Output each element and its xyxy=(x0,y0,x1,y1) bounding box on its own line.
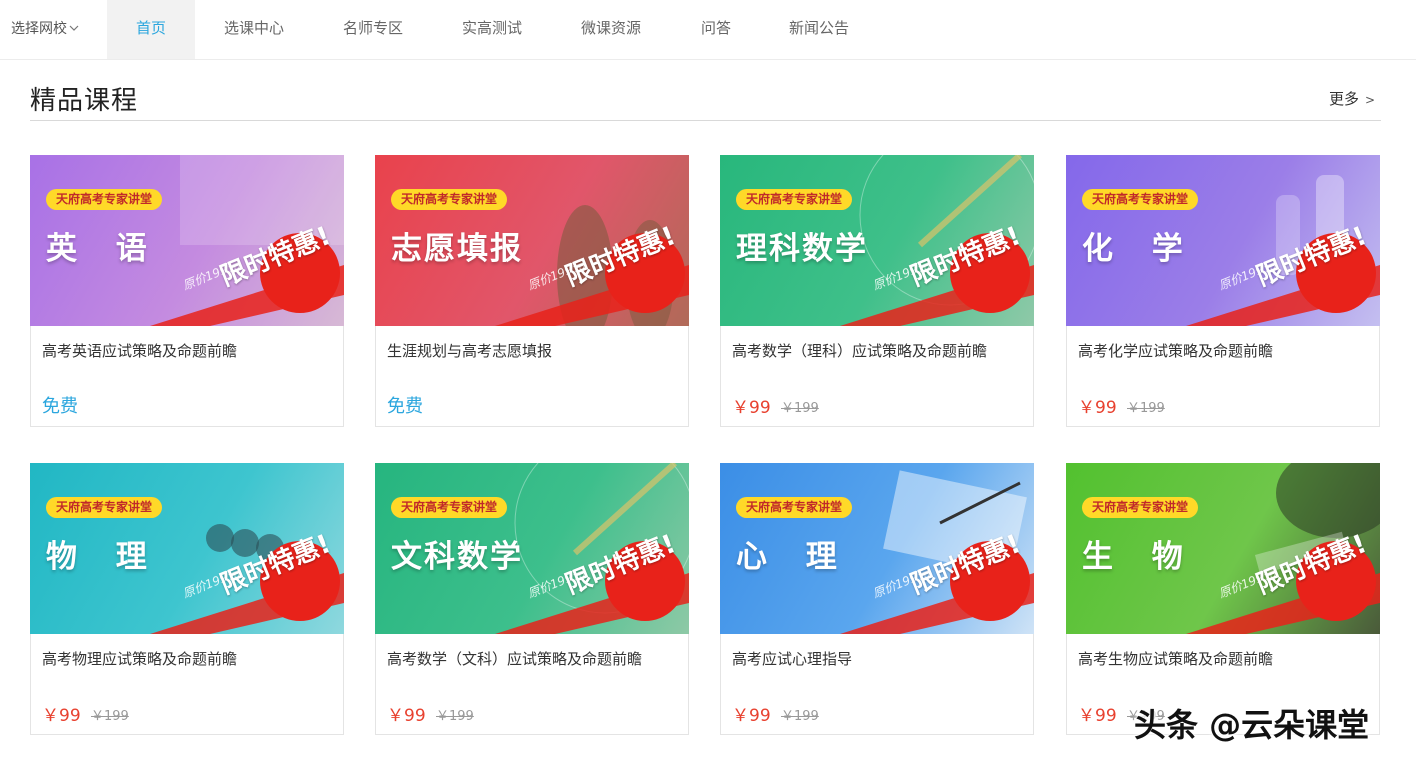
course-price: ￥99 xyxy=(732,706,771,726)
course-banner: 天府高考专家讲堂 英 语 原价199元 限时特惠! xyxy=(30,155,344,326)
course-price: ￥99 xyxy=(387,706,426,726)
course-title: 高考化学应试策略及命题前瞻 xyxy=(1078,342,1274,360)
course-original-price: ￥199 xyxy=(781,401,819,416)
course-original-price: ￥199 xyxy=(781,709,819,724)
chevron-right-icon: > xyxy=(1365,93,1376,107)
course-title: 高考物理应试策略及命题前瞻 xyxy=(42,650,238,668)
course-banner: 天府高考专家讲堂 文科数学 原价199元 限时特惠! xyxy=(375,463,689,634)
course-price: 免费 xyxy=(387,396,423,417)
banner-subject: 物 理 xyxy=(46,539,161,575)
tab-tests[interactable]: 实高测试 xyxy=(447,0,537,59)
tab-course-center[interactable]: 选课中心 xyxy=(209,0,299,59)
tab-micro-lessons[interactable]: 微课资源 xyxy=(566,0,656,59)
more-link-label: 更多 xyxy=(1329,90,1360,108)
banner-badge: 天府高考专家讲堂 xyxy=(46,189,163,210)
watermark: 头条 @云朵课堂 xyxy=(1134,706,1370,744)
tab-famous-teachers[interactable]: 名师专区 xyxy=(328,0,418,59)
course-card[interactable]: 天府高考专家讲堂 志愿填报 原价199元 限时特惠! 生涯规划与高考志愿填报 免… xyxy=(375,155,689,427)
course-price: ￥99 xyxy=(732,398,771,418)
course-banner: 天府高考专家讲堂 生 物 原价199元 限时特惠! xyxy=(1066,463,1380,634)
course-banner: 天府高考专家讲堂 化 学 原价199元 限时特惠! xyxy=(1066,155,1380,326)
tab-news[interactable]: 新闻公告 xyxy=(774,0,864,59)
course-card[interactable]: 天府高考专家讲堂 心 理 原价199元 限时特惠! 高考应试心理指导 ￥99 ￥… xyxy=(720,463,1034,735)
course-card[interactable]: 天府高考专家讲堂 理科数学 原价199元 限时特惠! 高考数学（理科）应试策略及… xyxy=(720,155,1034,427)
course-price: ￥99 xyxy=(1078,706,1117,726)
school-selector[interactable]: 选择网校 xyxy=(11,18,79,38)
tab-home[interactable]: 首页 xyxy=(107,0,195,59)
banner-badge: 天府高考专家讲堂 xyxy=(736,497,853,518)
banner-subject: 化 学 xyxy=(1082,231,1197,267)
course-title: 高考数学（理科）应试策略及命题前瞻 xyxy=(732,342,988,360)
course-banner: 天府高考专家讲堂 物 理 原价199元 限时特惠! xyxy=(30,463,344,634)
course-original-price: ￥199 xyxy=(436,709,474,724)
course-card[interactable]: 天府高考专家讲堂 生 物 原价199元 限时特惠! 高考生物应试策略及命题前瞻 … xyxy=(1066,463,1380,735)
course-price: ￥99 xyxy=(42,706,81,726)
course-original-price: ￥199 xyxy=(91,709,129,724)
banner-subject: 文科数学 xyxy=(391,539,523,575)
course-title: 生涯规划与高考志愿填报 xyxy=(387,342,553,360)
banner-badge: 天府高考专家讲堂 xyxy=(1082,497,1199,518)
course-card[interactable]: 天府高考专家讲堂 文科数学 原价199元 限时特惠! 高考数学（文科）应试策略及… xyxy=(375,463,689,735)
banner-subject: 英 语 xyxy=(46,231,161,267)
banner-badge: 天府高考专家讲堂 xyxy=(46,497,163,518)
course-title: 高考应试心理指导 xyxy=(732,650,853,668)
banner-badge: 天府高考专家讲堂 xyxy=(736,189,853,210)
banner-subject: 理科数学 xyxy=(736,231,868,267)
course-banner: 天府高考专家讲堂 志愿填报 原价199元 限时特惠! xyxy=(375,155,689,326)
course-price: ￥99 xyxy=(1078,398,1117,418)
banner-subject: 心 理 xyxy=(736,539,851,575)
top-navigation: 选择网校 首页 选课中心 名师专区 实高测试 微课资源 问答 新闻公告 xyxy=(0,0,1416,60)
course-title: 高考英语应试策略及命题前瞻 xyxy=(42,342,238,360)
course-title: 高考生物应试策略及命题前瞻 xyxy=(1078,650,1274,668)
banner-badge: 天府高考专家讲堂 xyxy=(1082,189,1199,210)
course-title: 高考数学（文科）应试策略及命题前瞻 xyxy=(387,650,643,668)
section-title: 精品课程 xyxy=(30,86,139,116)
section-divider xyxy=(30,120,1381,121)
school-selector-label: 选择网校 xyxy=(11,21,67,37)
course-card[interactable]: 天府高考专家讲堂 物 理 原价199元 限时特惠! 高考物理应试策略及命题前瞻 … xyxy=(30,463,344,735)
course-card[interactable]: 天府高考专家讲堂 化 学 原价199元 限时特惠! 高考化学应试策略及命题前瞻 … xyxy=(1066,155,1380,427)
banner-subject: 生 物 xyxy=(1082,539,1197,575)
banner-subject: 志愿填报 xyxy=(391,231,523,267)
course-card[interactable]: 天府高考专家讲堂 英 语 原价199元 限时特惠! 高考英语应试策略及命题前瞻 … xyxy=(30,155,344,427)
course-banner: 天府高考专家讲堂 心 理 原价199元 限时特惠! xyxy=(720,463,1034,634)
course-price: 免费 xyxy=(42,396,78,417)
banner-badge: 天府高考专家讲堂 xyxy=(391,189,508,210)
course-original-price: ￥199 xyxy=(1127,401,1165,416)
banner-badge: 天府高考专家讲堂 xyxy=(391,497,508,518)
more-link[interactable]: 更多 > xyxy=(1329,88,1375,109)
chevron-down-icon xyxy=(69,25,79,31)
course-banner: 天府高考专家讲堂 理科数学 原价199元 限时特惠! xyxy=(720,155,1034,326)
tab-qa[interactable]: 问答 xyxy=(688,0,744,59)
